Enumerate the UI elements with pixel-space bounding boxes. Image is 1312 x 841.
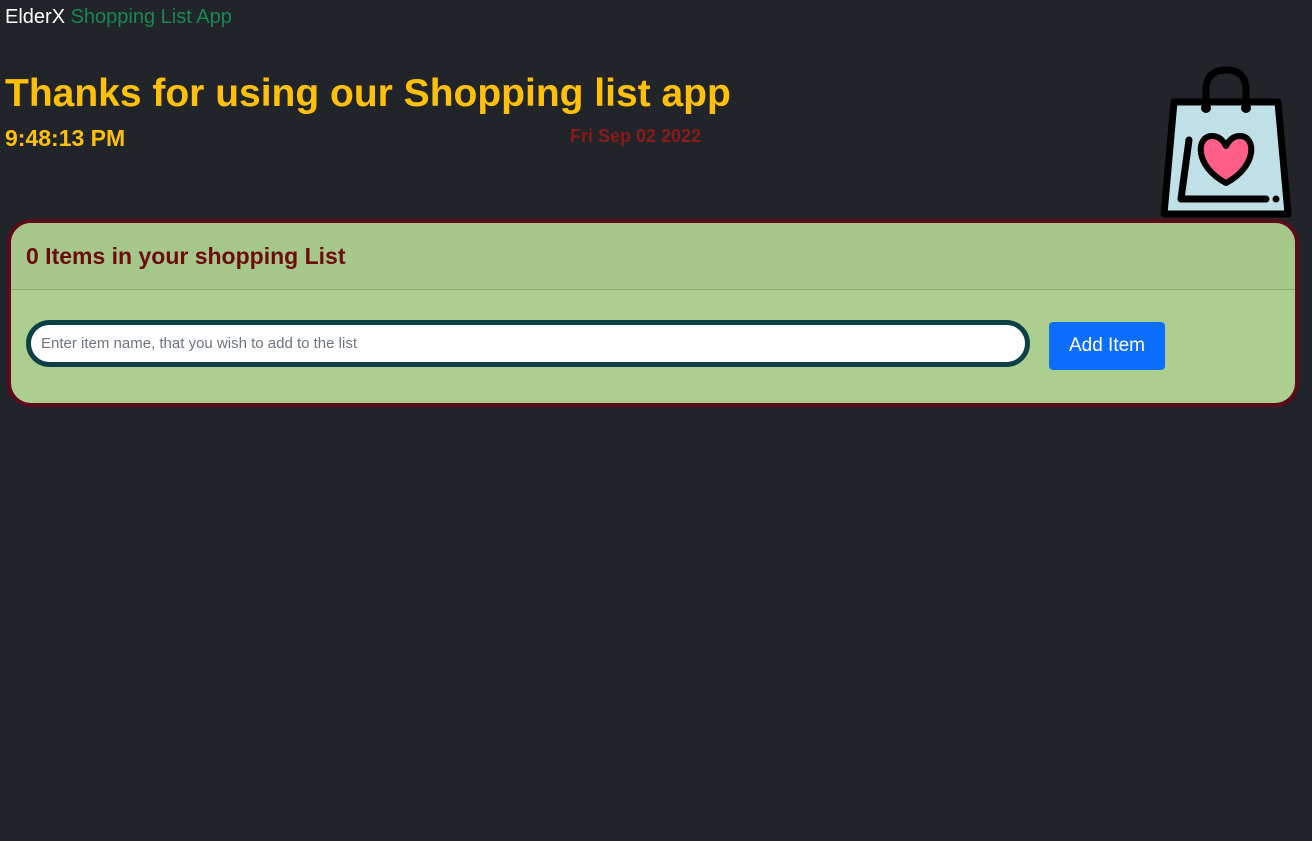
shopping-list-card: 0 Items in your shopping List Add Item <box>7 219 1299 407</box>
add-item-button[interactable]: Add Item <box>1049 322 1165 370</box>
shopping-bag-heart-icon <box>1160 66 1292 218</box>
item-count-title: 0 Items in your shopping List <box>26 243 346 269</box>
card-body: Add Item <box>11 290 1295 403</box>
current-time: 9:48:13 PM <box>5 125 126 151</box>
brand-name: ElderX <box>5 6 66 28</box>
brand-subtitle: Shopping List App <box>70 6 232 28</box>
card-header: 0 Items in your shopping List <box>11 223 1295 290</box>
navbar-brand[interactable]: ElderX Shopping List App <box>5 5 232 29</box>
item-name-input[interactable] <box>26 320 1030 367</box>
page-headline: Thanks for using our Shopping list app <box>5 72 731 115</box>
current-date: Fri Sep 02 2022 <box>570 126 702 146</box>
